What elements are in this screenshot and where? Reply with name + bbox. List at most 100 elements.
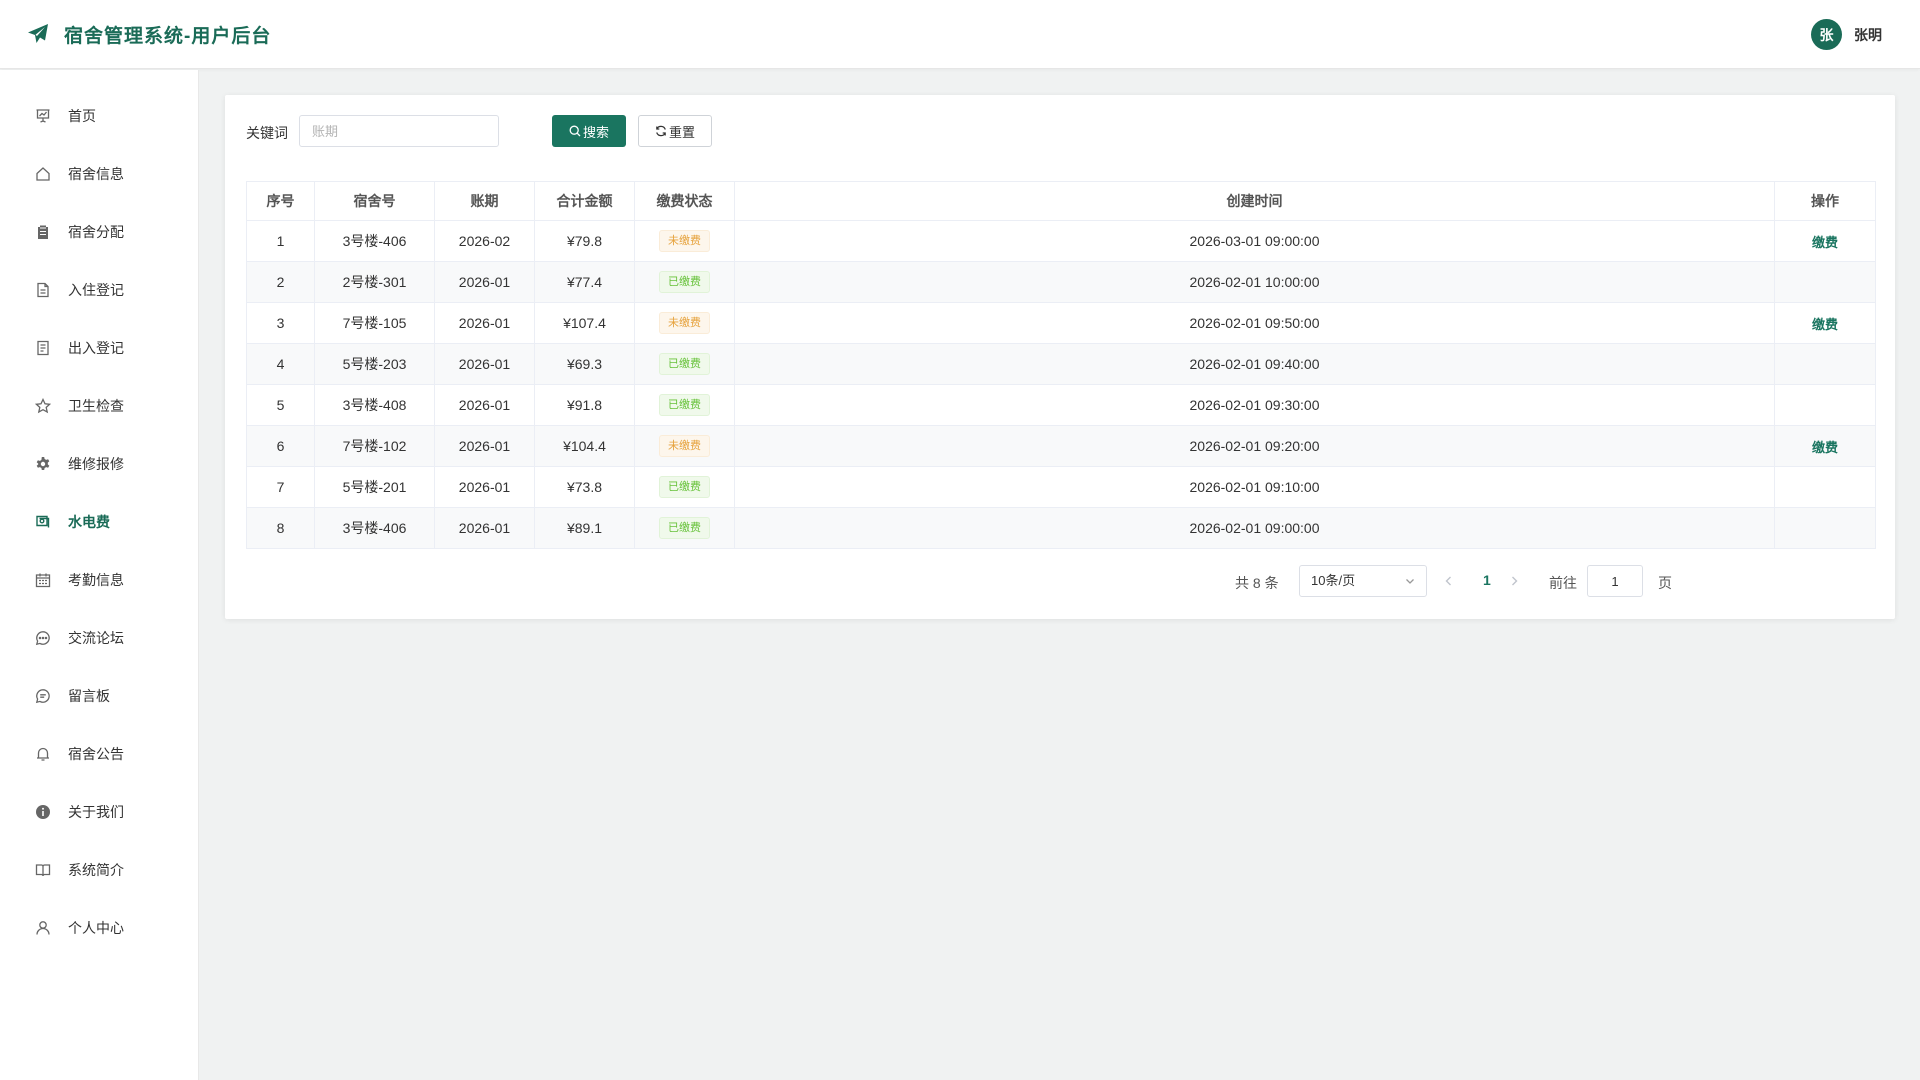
table-row: 6 7号楼-102 2026-01 ¥104.4 未缴费 2026-02-01 … (246, 425, 1876, 467)
column-header-amount: 合计金额 (534, 181, 635, 221)
status-badge: 未缴费 (659, 435, 710, 457)
user-icon (34, 919, 52, 937)
sidebar-item-label: 入住登记 (68, 282, 124, 298)
cell-amount: ¥79.8 (534, 220, 635, 262)
cell-status: 已缴费 (634, 343, 735, 385)
goto-page-input[interactable] (1587, 565, 1643, 597)
sidebar-item-hygiene[interactable]: 卫生检查 (0, 384, 199, 428)
cell-action (1774, 507, 1876, 549)
cell-action: 缴费 (1774, 302, 1876, 344)
sidebar-item-access-log[interactable]: 出入登记 (0, 326, 199, 370)
page-size-select[interactable]: 10条/页 (1299, 565, 1427, 597)
sidebar-item-dorm-assign[interactable]: 宿舍分配 (0, 210, 199, 254)
search-bar: 关键词 搜索 重置 (246, 115, 846, 147)
status-badge: 已缴费 (659, 394, 710, 416)
sidebar-item-label: 留言板 (68, 688, 110, 704)
sidebar-item-dorm-info[interactable]: 宿舍信息 (0, 152, 199, 196)
sidebar-item-checkin[interactable]: 入住登记 (0, 268, 199, 312)
column-header-action: 操作 (1774, 181, 1876, 221)
cell-period: 2026-02 (434, 220, 535, 262)
cell-period: 2026-01 (434, 466, 535, 508)
sidebar-item-home[interactable]: 首页 (0, 94, 199, 138)
cell-status: 未缴费 (634, 302, 735, 344)
column-header-no: 序号 (246, 181, 315, 221)
table-row: 5 3号楼-408 2026-01 ¥91.8 已缴费 2026-02-01 0… (246, 384, 1876, 426)
goto-label: 前往 (1549, 575, 1577, 591)
search-button[interactable]: 搜索 (552, 115, 626, 147)
cell-created: 2026-03-01 09:00:00 (734, 220, 1775, 262)
cell-room: 7号楼-102 (314, 425, 435, 467)
table-row: 4 5号楼-203 2026-01 ¥69.3 已缴费 2026-02-01 0… (246, 343, 1876, 385)
money-icon (34, 513, 52, 531)
sidebar-item-label: 宿舍公告 (68, 746, 124, 762)
top-header: 宿舍管理系统-用户后台 张 张明 (0, 0, 1920, 69)
column-header-status: 缴费状态 (634, 181, 735, 221)
cell-period: 2026-01 (434, 343, 535, 385)
chat-dots-icon (34, 629, 52, 647)
gear-icon (34, 455, 52, 473)
paper-plane-icon (28, 24, 48, 43)
info-icon (34, 803, 52, 821)
cell-period: 2026-01 (434, 261, 535, 303)
user-menu[interactable]: 张 张明 (1811, 19, 1882, 50)
table-row: 1 3号楼-406 2026-02 ¥79.8 未缴费 2026-03-01 0… (246, 220, 1876, 262)
cell-period: 2026-01 (434, 384, 535, 426)
sidebar-item-label: 水电费 (68, 514, 110, 530)
sidebar-item-label: 个人中心 (68, 920, 124, 936)
app-title: 宿舍管理系统-用户后台 (64, 25, 272, 47)
cell-action: 缴费 (1774, 220, 1876, 262)
pay-link[interactable]: 缴费 (1812, 235, 1838, 250)
cell-room: 3号楼-406 (314, 507, 435, 549)
cell-amount: ¥104.4 (534, 425, 635, 467)
cell-action (1774, 261, 1876, 303)
sidebar-item-label: 宿舍分配 (68, 224, 124, 240)
refresh-icon (656, 125, 666, 137)
sidebar-item-about[interactable]: 关于我们 (0, 790, 199, 834)
sidebar-item-message-board[interactable]: 留言板 (0, 674, 199, 718)
cell-created: 2026-02-01 09:10:00 (734, 466, 1775, 508)
status-badge: 未缴费 (659, 312, 710, 334)
status-badge: 已缴费 (659, 476, 710, 498)
sidebar-item-label: 关于我们 (68, 804, 124, 820)
avatar[interactable]: 张 (1811, 19, 1842, 50)
sidebar-item-attendance[interactable]: 考勤信息 (0, 558, 199, 602)
sidebar: 首页 宿舍信息 宿舍分配 入住登记 出入登记 卫生检查 维修报修 水电费 考勤信… (0, 70, 199, 1080)
cell-amount: ¥73.8 (534, 466, 635, 508)
sidebar-item-system-intro[interactable]: 系统简介 (0, 848, 199, 892)
page-suffix: 页 (1658, 575, 1672, 591)
sidebar-item-repair[interactable]: 维修报修 (0, 442, 199, 486)
sidebar-item-forum[interactable]: 交流论坛 (0, 616, 199, 660)
sidebar-item-announcements[interactable]: 宿舍公告 (0, 732, 199, 776)
chevron-left-icon[interactable] (1442, 574, 1456, 588)
cell-room: 3号楼-408 (314, 384, 435, 426)
cell-status: 已缴费 (634, 261, 735, 303)
cell-created: 2026-02-01 10:00:00 (734, 261, 1775, 303)
cell-room: 5号楼-203 (314, 343, 435, 385)
cell-created: 2026-02-01 09:30:00 (734, 384, 1775, 426)
reset-button[interactable]: 重置 (638, 115, 712, 147)
cell-no: 3 (246, 302, 315, 344)
sidebar-item-profile[interactable]: 个人中心 (0, 906, 199, 950)
cell-room: 5号楼-201 (314, 466, 435, 508)
cell-created: 2026-02-01 09:00:00 (734, 507, 1775, 549)
username[interactable]: 张明 (1854, 25, 1882, 45)
cell-action (1774, 343, 1876, 385)
cell-no: 8 (246, 507, 315, 549)
sidebar-item-label: 维修报修 (68, 456, 124, 472)
chat-lines-icon (34, 687, 52, 705)
cell-amount: ¥107.4 (534, 302, 635, 344)
chevron-right-icon[interactable] (1507, 574, 1521, 588)
fees-table: 序号 宿舍号 账期 合计金额 缴费状态 创建时间 操作 1 3号楼-406 20… (246, 181, 1876, 549)
cell-period: 2026-01 (434, 302, 535, 344)
column-header-room: 宿舍号 (314, 181, 435, 221)
page-number-current[interactable]: 1 (1483, 572, 1491, 588)
keyword-input[interactable] (299, 115, 499, 147)
sidebar-item-utility-fees[interactable]: 水电费 (0, 500, 199, 544)
cell-status: 已缴费 (634, 384, 735, 426)
table-row: 2 2号楼-301 2026-01 ¥77.4 已缴费 2026-02-01 1… (246, 261, 1876, 303)
main-card: 关键词 搜索 重置 序号 宿舍号 账期 合计金额 缴费状态 创建时间 操作 (225, 95, 1895, 619)
cell-status: 已缴费 (634, 466, 735, 508)
pay-link[interactable]: 缴费 (1812, 317, 1838, 332)
pay-link[interactable]: 缴费 (1812, 440, 1838, 455)
cell-action (1774, 384, 1876, 426)
